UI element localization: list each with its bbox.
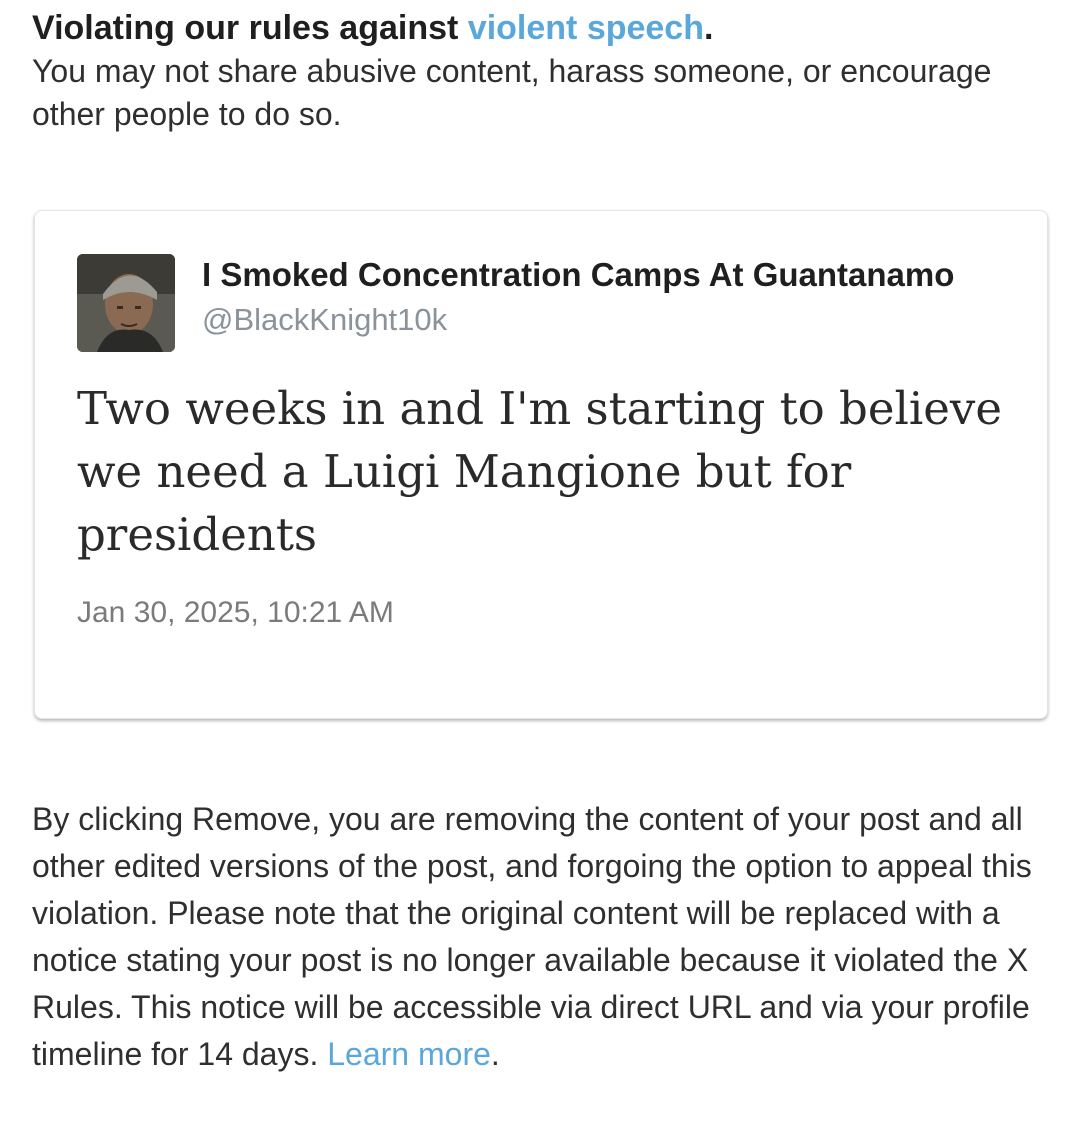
learn-more-link[interactable]: Learn more	[327, 1036, 491, 1072]
removal-notice-suffix: .	[490, 1036, 500, 1072]
post-timestamp: Jan 30, 2025, 10:21 AM	[77, 596, 394, 629]
post-author-name[interactable]: I Smoked Concentration Camps At Guantana…	[202, 255, 954, 295]
violation-description: You may not share abusive content, haras…	[32, 53, 992, 132]
violent-speech-link[interactable]: violent speech	[468, 9, 704, 47]
violation-title: Violating our rules against violent spee…	[32, 6, 1042, 50]
post-card: I Smoked Concentration Camps At Guantana…	[34, 210, 1048, 719]
violation-title-suffix: .	[704, 9, 714, 47]
violation-title-prefix: Violating our rules against	[32, 9, 468, 47]
violation-header: Violating our rules against violent spee…	[32, 6, 1042, 136]
user-avatar-photo-icon	[77, 254, 175, 352]
avatar	[77, 254, 175, 352]
removal-notice-body: By clicking Remove, you are removing the…	[32, 801, 1032, 1072]
post-text: Two weeks in and I'm starting to believe…	[77, 382, 1002, 561]
post-author-handle[interactable]: @BlackKnight10k	[202, 300, 447, 340]
removal-notice: By clicking Remove, you are removing the…	[32, 796, 1052, 1078]
